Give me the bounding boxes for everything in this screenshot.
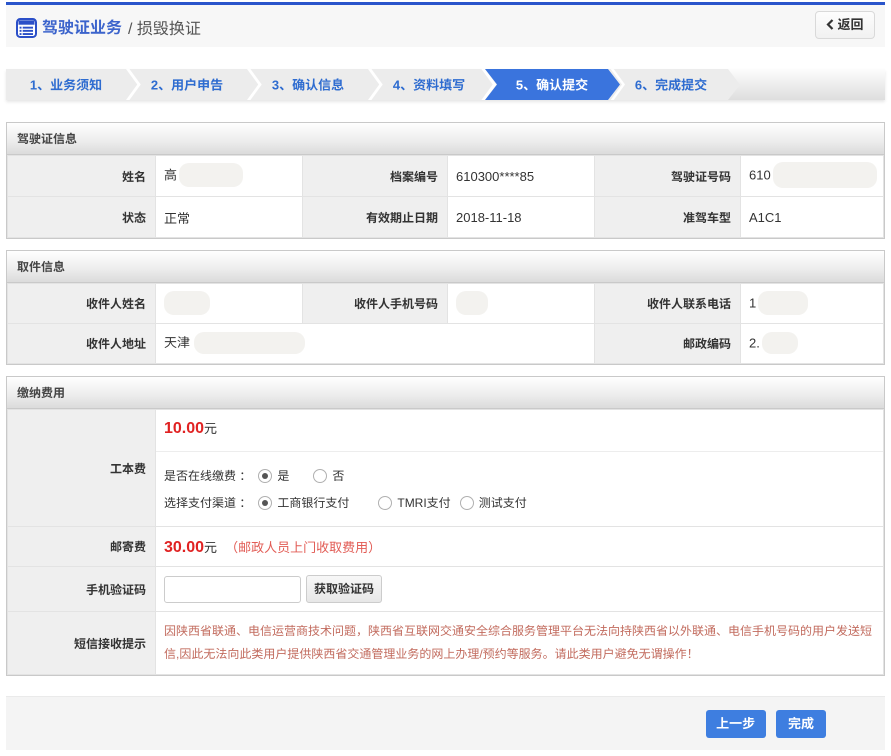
svg-text:2、用户申告: 2、用户申告	[151, 78, 223, 93]
svg-text:1、业务须知: 1、业务须知	[30, 78, 102, 93]
svg-text:5、确认提交: 5、确认提交	[516, 78, 588, 93]
svg-text:3、确认信息: 3、确认信息	[272, 78, 344, 93]
svg-text:4、资料填写: 4、资料填写	[393, 78, 465, 93]
svg-text:6、完成提交: 6、完成提交	[635, 78, 707, 93]
